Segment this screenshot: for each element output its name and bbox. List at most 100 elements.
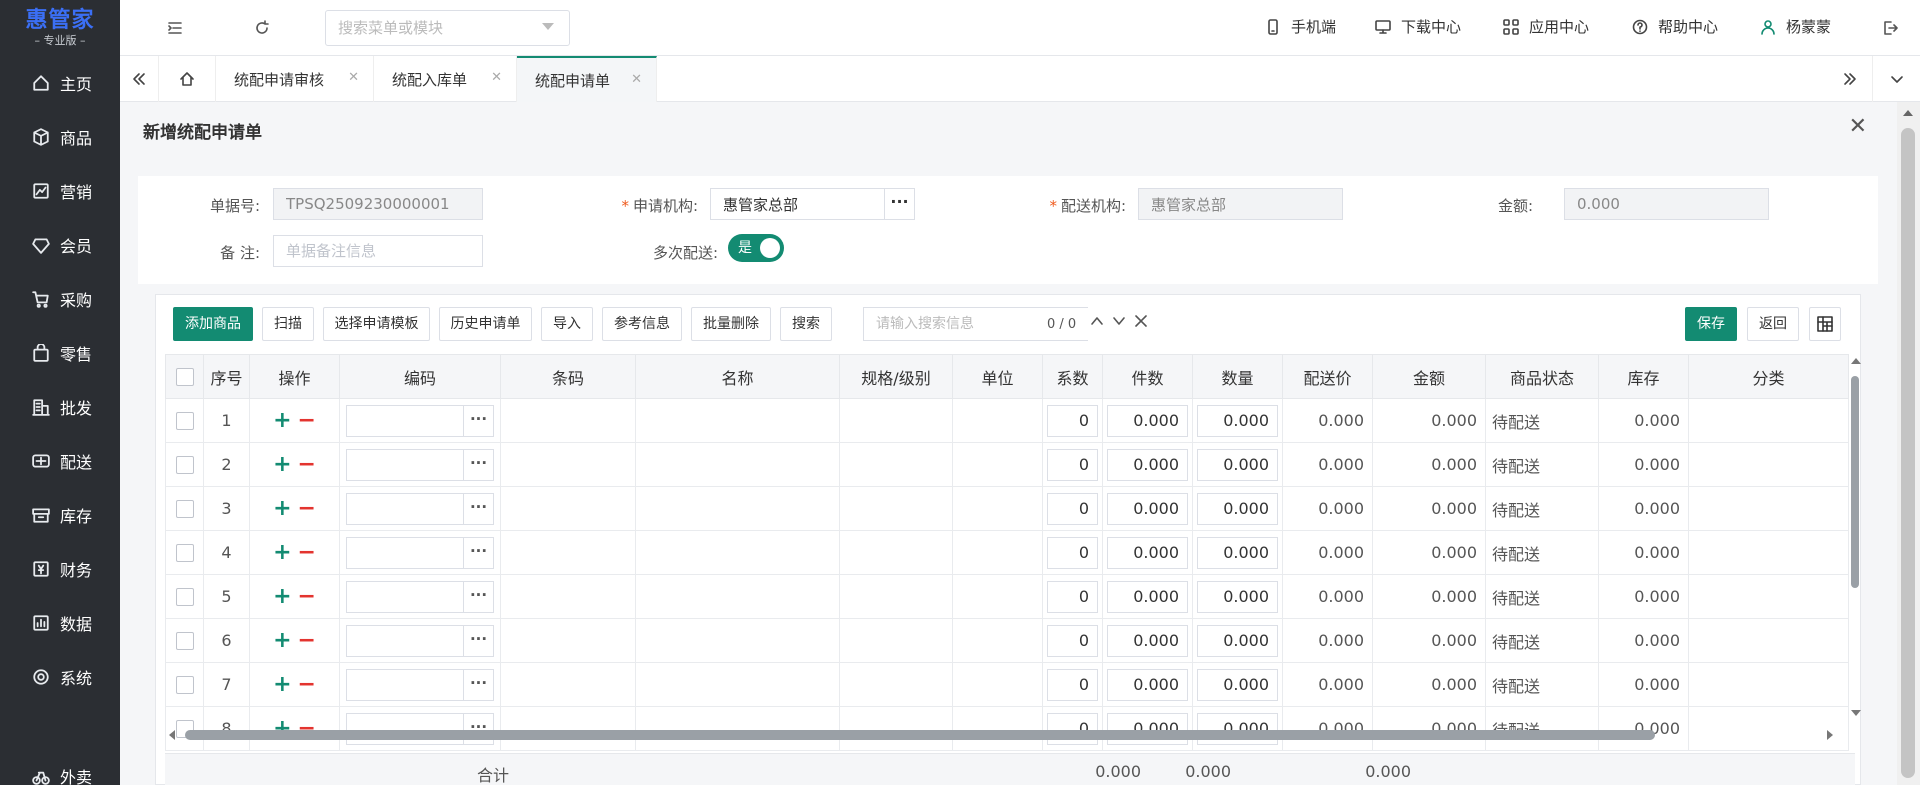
add-row-icon[interactable]: +	[273, 452, 291, 477]
logout-icon[interactable]	[1882, 20, 1898, 36]
code-picker-button[interactable]: ···	[464, 580, 494, 613]
multi-delivery-toggle[interactable]: 是	[728, 234, 784, 262]
col-header[interactable]: 规格/级别	[839, 354, 953, 399]
remove-row-icon[interactable]: −	[298, 540, 316, 565]
page-scroll-thumb[interactable]	[1901, 128, 1915, 778]
add-row-icon[interactable]: +	[273, 672, 291, 697]
add-row-icon[interactable]: +	[273, 408, 291, 433]
select-template-button[interactable]: 选择申请模板	[323, 307, 430, 341]
chevron-down-icon[interactable]	[542, 23, 554, 30]
qty-input[interactable]	[1197, 448, 1278, 481]
refresh-icon[interactable]	[254, 20, 270, 36]
row-checkbox[interactable]	[175, 588, 194, 607]
col-header[interactable]: 库存	[1598, 354, 1689, 399]
col-header[interactable]: 名称	[635, 354, 840, 399]
row-checkbox[interactable]	[175, 544, 194, 563]
row-checkbox[interactable]	[175, 412, 194, 431]
add-row-icon[interactable]: +	[273, 540, 291, 565]
col-header[interactable]: 配送价	[1282, 354, 1373, 399]
pieces-input[interactable]	[1107, 580, 1188, 613]
header-link-help[interactable]: 帮助中心	[1632, 16, 1718, 37]
col-header[interactable]: 编码	[339, 354, 501, 399]
sidebar-item-marketing[interactable]: 营销	[0, 171, 120, 211]
add-row-icon[interactable]: +	[273, 584, 291, 609]
code-input[interactable]	[346, 624, 464, 657]
col-header[interactable]: 条码	[500, 354, 636, 399]
search-button[interactable]: 搜索	[780, 307, 832, 341]
code-picker-button[interactable]: ···	[464, 668, 494, 701]
tabs-dropdown-button[interactable]	[1872, 56, 1920, 102]
clear-icon[interactable]	[1133, 313, 1149, 329]
scroll-up-arrow-icon[interactable]	[1903, 110, 1913, 116]
chevron-down-icon[interactable]	[1111, 313, 1127, 329]
sidebar-item-system[interactable]: 系统	[0, 657, 120, 697]
code-input[interactable]	[346, 580, 464, 613]
remove-row-icon[interactable]: −	[298, 496, 316, 521]
batch-delete-button[interactable]: 批量删除	[691, 307, 771, 341]
row-checkbox[interactable]	[175, 676, 194, 695]
col-header[interactable]: 金额	[1372, 354, 1486, 399]
pieces-input[interactable]	[1107, 624, 1188, 657]
sidebar-item-wholesale[interactable]: 批发	[0, 387, 120, 427]
tab-distribution-apply[interactable]: 统配申请单 ✕	[517, 56, 657, 102]
table-horizontal-scrollbar[interactable]	[165, 727, 1855, 743]
code-input[interactable]	[346, 448, 464, 481]
col-header[interactable]: 件数	[1102, 354, 1193, 399]
sidebar-item-finance[interactable]: 财务	[0, 549, 120, 589]
code-input[interactable]	[346, 536, 464, 569]
pieces-input[interactable]	[1107, 404, 1188, 437]
qty-input[interactable]	[1197, 492, 1278, 525]
pieces-input[interactable]	[1107, 448, 1188, 481]
col-header[interactable]: 系数	[1042, 354, 1103, 399]
sidebar-item-retail[interactable]: 零售	[0, 333, 120, 373]
code-input[interactable]	[346, 404, 464, 437]
save-button[interactable]: 保存	[1685, 307, 1737, 341]
add-row-icon[interactable]: +	[273, 628, 291, 653]
pieces-input[interactable]	[1107, 536, 1188, 569]
header-link-apps[interactable]: 应用中心	[1503, 16, 1589, 37]
sidebar-item-goods[interactable]: 商品	[0, 117, 120, 157]
code-picker-button[interactable]: ···	[464, 448, 494, 481]
sidebar-item-home[interactable]: 主页	[0, 63, 120, 103]
back-button[interactable]: 返回	[1747, 307, 1799, 341]
table-vertical-scrollbar[interactable]	[1849, 354, 1861, 724]
col-header[interactable]: 分类	[1688, 354, 1849, 399]
coef-input[interactable]	[1047, 536, 1098, 569]
code-input[interactable]	[346, 668, 464, 701]
pieces-input[interactable]	[1107, 668, 1188, 701]
coef-input[interactable]	[1047, 492, 1098, 525]
pieces-input[interactable]	[1107, 492, 1188, 525]
remark-input[interactable]	[273, 235, 483, 267]
scroll-left-arrow-icon[interactable]	[169, 730, 175, 740]
menu-search-input[interactable]	[325, 10, 570, 46]
qty-input[interactable]	[1197, 536, 1278, 569]
scan-button[interactable]: 扫描	[262, 307, 314, 341]
vertical-scroll-thumb[interactable]	[1851, 376, 1859, 588]
code-picker-button[interactable]: ···	[464, 492, 494, 525]
user-menu[interactable]: 杨蒙蒙	[1760, 16, 1831, 37]
code-picker-button[interactable]: ···	[464, 624, 494, 657]
brand-logo[interactable]: 惠管家 – 专业版 –	[0, 0, 120, 54]
column-settings-button[interactable]	[1809, 307, 1841, 341]
history-apply-button[interactable]: 历史申请单	[439, 307, 532, 341]
close-icon[interactable]: ✕	[348, 70, 359, 85]
page-scrollbar[interactable]	[1897, 102, 1920, 785]
tabs-scroll-left-button[interactable]	[120, 56, 158, 102]
select-all-checkbox[interactable]	[175, 368, 194, 387]
apply-org-picker-button[interactable]: ···	[885, 188, 915, 220]
reference-info-button[interactable]: 参考信息	[602, 307, 682, 341]
coef-input[interactable]	[1047, 624, 1098, 657]
coef-input[interactable]	[1047, 580, 1098, 613]
sidebar-item-stock[interactable]: 库存	[0, 495, 120, 535]
remove-row-icon[interactable]: −	[298, 628, 316, 653]
remove-row-icon[interactable]: −	[298, 452, 316, 477]
scroll-up-arrow-icon[interactable]	[1851, 358, 1861, 364]
qty-input[interactable]	[1197, 624, 1278, 657]
row-checkbox[interactable]	[175, 456, 194, 475]
sidebar-item-data[interactable]: 数据	[0, 603, 120, 643]
menu-collapse-icon[interactable]	[167, 20, 183, 36]
sidebar-item-purchase[interactable]: 采购	[0, 279, 120, 319]
header-link-mobile[interactable]: 手机端	[1265, 16, 1336, 37]
scroll-right-arrow-icon[interactable]	[1827, 730, 1833, 740]
scroll-down-arrow-icon[interactable]	[1851, 710, 1861, 716]
